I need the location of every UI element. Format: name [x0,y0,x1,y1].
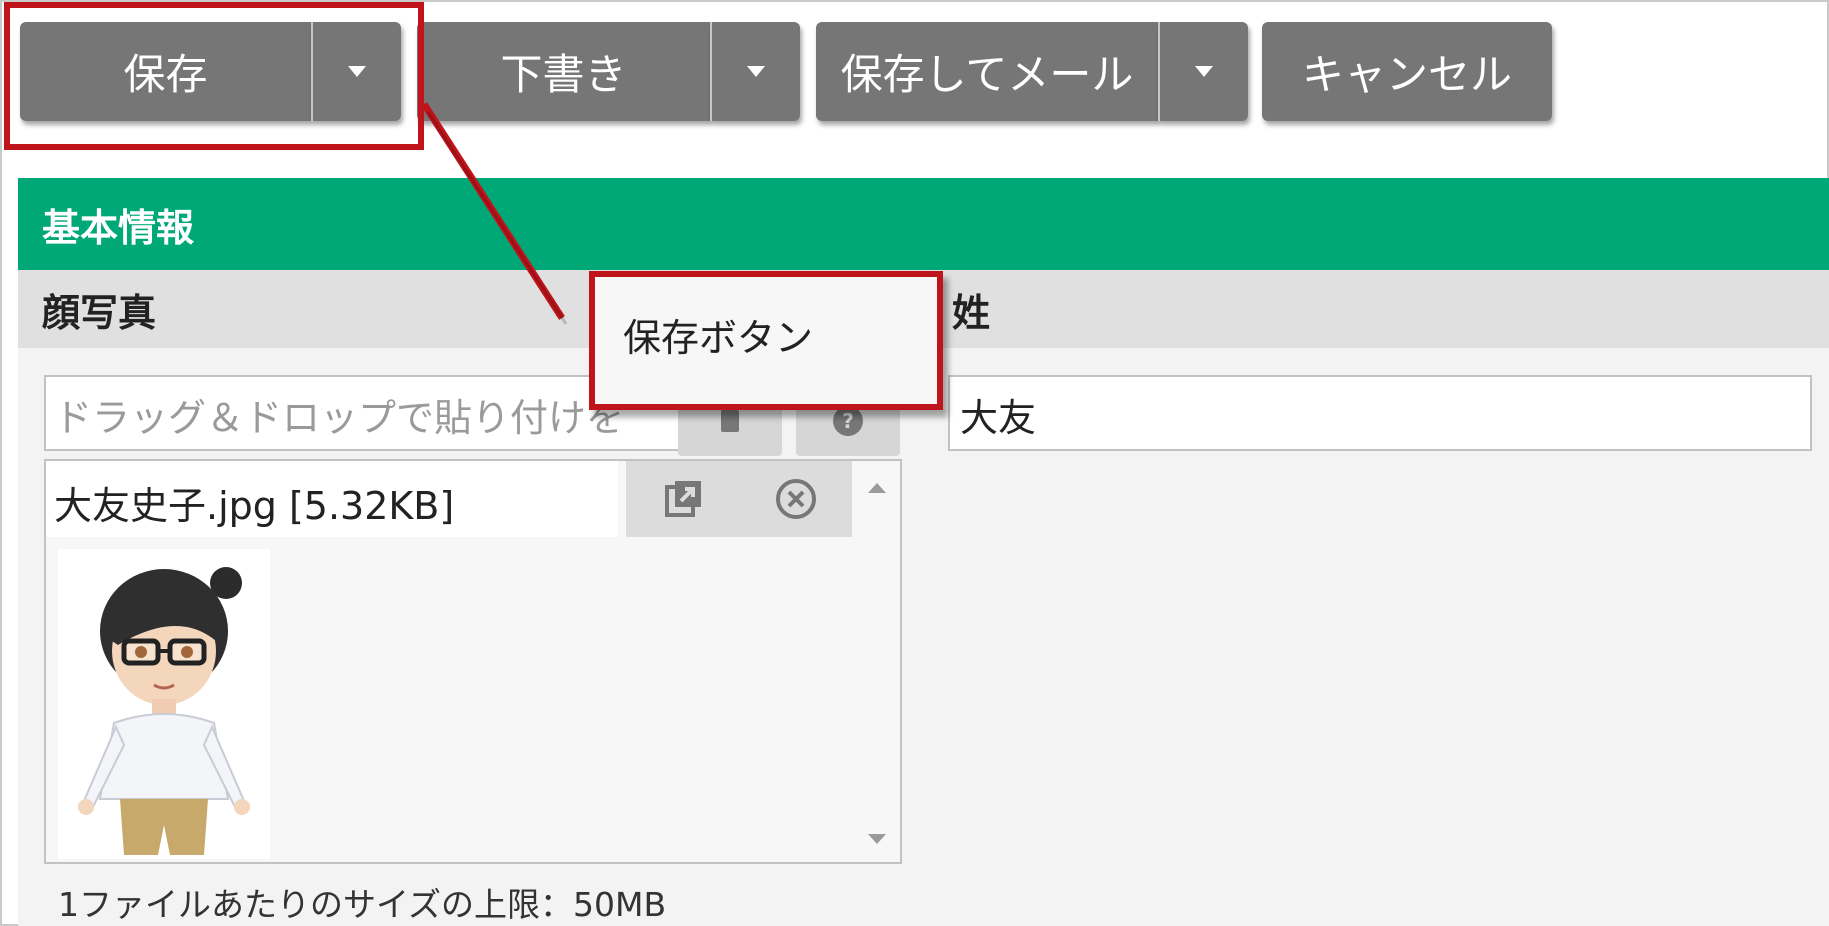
callout-text: 保存ボタン [623,316,814,360]
callout-connector [421,102,568,325]
save-button-callout: 保存ボタン [589,271,943,410]
